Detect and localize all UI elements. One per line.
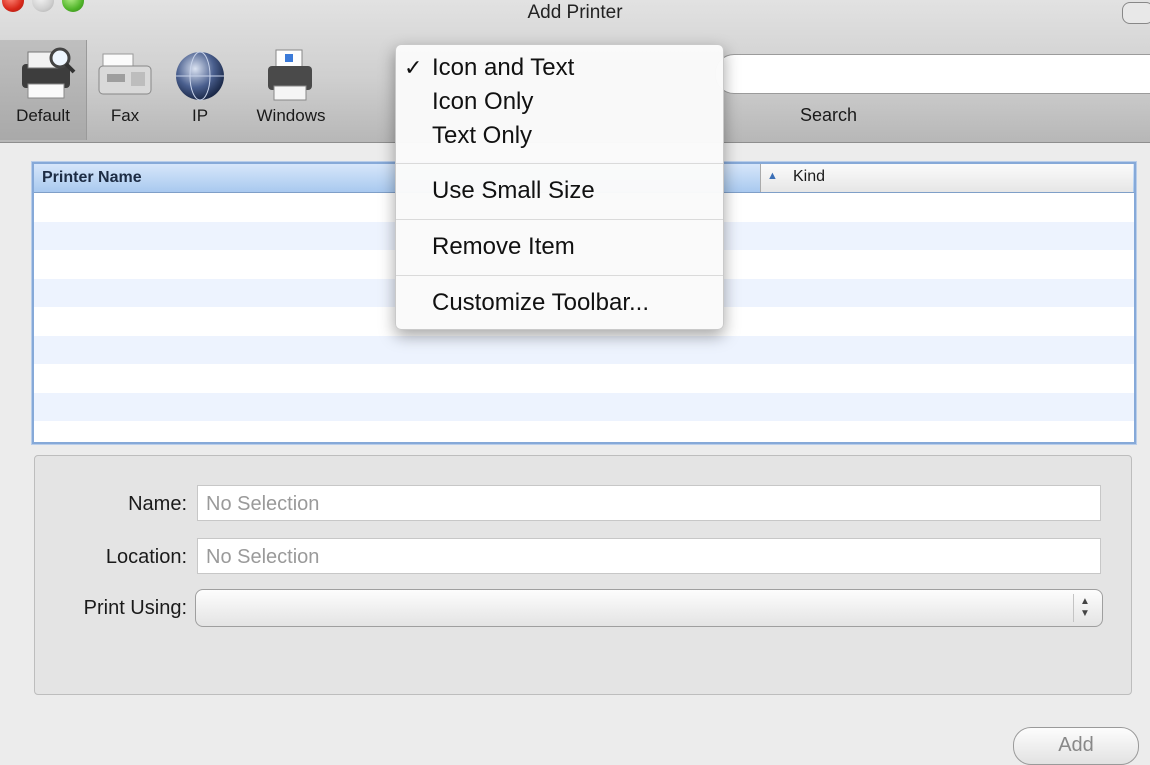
- printer-info-panel: Name: No Selection Location: No Selectio…: [34, 455, 1132, 695]
- table-row: [34, 392, 1134, 421]
- menu-item-remove-item[interactable]: Remove Item: [432, 233, 575, 261]
- add-button[interactable]: Add: [1013, 727, 1139, 765]
- table-row: [34, 421, 1134, 442]
- toolbar-default-button[interactable]: Default: [0, 40, 87, 140]
- menu-item-use-small-size[interactable]: Use Small Size: [432, 177, 595, 205]
- menu-separator: [396, 275, 723, 276]
- toolbar-ip-button[interactable]: IP: [172, 42, 228, 142]
- print-using-popup[interactable]: ▲ ▼: [195, 589, 1103, 627]
- location-field: No Selection: [197, 538, 1101, 574]
- popup-stepper-icon: ▲ ▼: [1073, 594, 1096, 622]
- name-label: Name:: [128, 493, 187, 515]
- toolbar-windows-button[interactable]: Windows: [248, 42, 334, 142]
- column-header-kind-label: Kind: [793, 168, 826, 185]
- print-using-label: Print Using:: [83, 597, 187, 619]
- toolbar-toggle-button[interactable]: [1122, 2, 1150, 24]
- windows-printer-icon: [268, 49, 312, 101]
- name-field: No Selection: [197, 485, 1101, 521]
- checkmark-icon: ✓: [404, 55, 423, 80]
- sort-ascending-icon: ▲: [767, 170, 778, 182]
- menu-item-icon-and-text[interactable]: Icon and Text: [432, 54, 574, 82]
- toolbar-default-label: Default: [16, 106, 70, 125]
- table-row: [34, 364, 1134, 393]
- toolbar-fax-button[interactable]: Fax: [95, 42, 155, 142]
- menu-item-customize-toolbar[interactable]: Customize Toolbar...: [432, 289, 649, 317]
- column-header-printer-name[interactable]: Printer Name: [42, 169, 142, 187]
- menu-item-icon-only[interactable]: Icon Only: [432, 88, 533, 116]
- table-row: [34, 335, 1134, 364]
- globe-icon: [176, 51, 224, 101]
- search-label: Search: [800, 105, 858, 125]
- fax-icon: [98, 53, 152, 95]
- menu-separator: [396, 219, 723, 220]
- toolbar-ip-label: IP: [191, 106, 209, 125]
- search-field[interactable]: [715, 54, 1150, 94]
- menu-item-text-only[interactable]: Text Only: [432, 122, 532, 150]
- toolbar-context-menu: ✓ Icon and Text Icon Only Text Only Use …: [395, 44, 724, 330]
- toolbar-fax-label: Fax: [110, 106, 140, 125]
- column-header-kind[interactable]: ▲ Kind: [760, 164, 1133, 192]
- window-title: Add Printer: [527, 2, 623, 23]
- location-label: Location:: [105, 546, 187, 568]
- printer-magnifier-icon: [22, 47, 76, 99]
- menu-separator: [396, 163, 723, 164]
- toolbar-windows-label: Windows: [256, 106, 326, 125]
